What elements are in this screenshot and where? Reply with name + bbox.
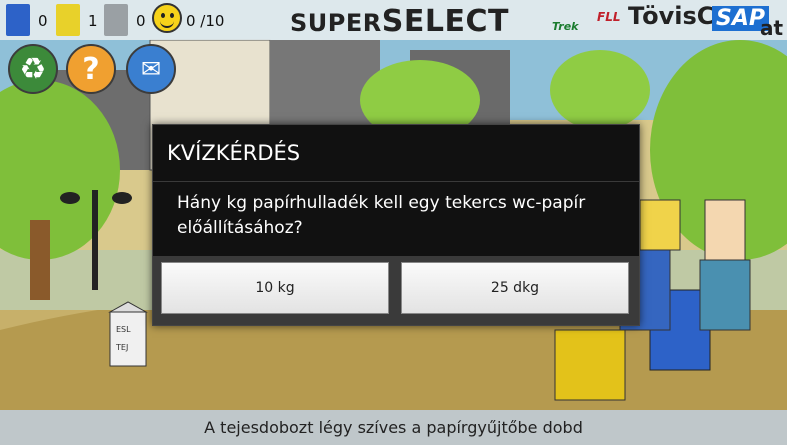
answer-button-area: 10 kg 25 dkg bbox=[153, 256, 639, 325]
yellow-bin-icon bbox=[56, 4, 80, 36]
answer-label-2: 25 dkg bbox=[490, 280, 540, 296]
carton-text-1: ESL bbox=[116, 325, 131, 334]
top-hud-bar: 0 1 0 0 /10 SUPERSELECT Trek FLL TövisC … bbox=[0, 0, 787, 40]
blue-bin-icon bbox=[6, 4, 30, 36]
score-counter: 0 /10 bbox=[186, 12, 225, 30]
sponsor-trek: Trek bbox=[552, 20, 579, 33]
status-bar: A tejesdobozt légy szíves a papírgyűjtőb… bbox=[0, 410, 787, 445]
status-message: A tejesdobozt légy szíves a papírgyűjtőb… bbox=[204, 418, 583, 437]
quiz-question: Hány kg papírhulladék kell egy tekercs w… bbox=[177, 193, 586, 238]
question-icon: ? bbox=[82, 51, 100, 87]
mail-button[interactable]: ✉ bbox=[126, 44, 176, 94]
carton-text-2: TEJ bbox=[115, 343, 128, 352]
sponsor-fll: FLL bbox=[597, 10, 621, 24]
dialog-divider bbox=[153, 181, 639, 182]
recycle-icon: ♻ bbox=[19, 51, 47, 87]
sponsor-tovis: TövisC bbox=[628, 2, 715, 30]
gray-bin-count: 0 bbox=[136, 12, 146, 30]
blue-bin-count: 0 bbox=[38, 12, 48, 30]
dialog-title: KVÍZKÉRDÉS bbox=[167, 141, 301, 165]
yellow-bin-count: 1 bbox=[88, 12, 98, 30]
gray-bin-icon bbox=[104, 4, 128, 36]
help-button[interactable]: ? bbox=[66, 44, 116, 94]
answer-label-1: 10 kg bbox=[255, 280, 295, 296]
answer-button-2[interactable]: 25 dkg bbox=[401, 262, 629, 314]
smiley-icon bbox=[152, 3, 182, 33]
recycle-button[interactable]: ♻ bbox=[8, 44, 58, 94]
answer-button-1[interactable]: 10 kg bbox=[161, 262, 389, 314]
app-logo: SUPERSELECT bbox=[290, 4, 509, 39]
quiz-dialog: KVÍZKÉRDÉS Hány kg papírhulladék kell eg… bbox=[152, 124, 640, 326]
sponsor-at: at bbox=[760, 16, 784, 40]
milk-carton: ESL TEJ bbox=[108, 301, 148, 367]
mail-icon: ✉ bbox=[140, 55, 162, 83]
